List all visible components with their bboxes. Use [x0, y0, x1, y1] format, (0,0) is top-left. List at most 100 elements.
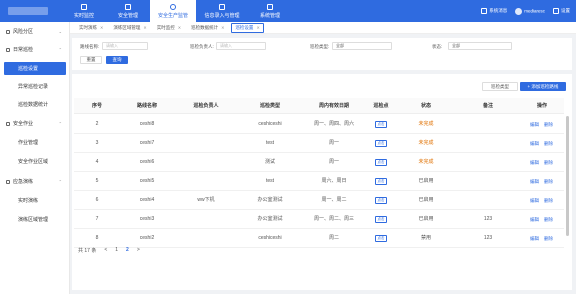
close-icon[interactable]: ✕	[143, 25, 146, 30]
search-button[interactable]: 查询	[106, 56, 128, 64]
route-name-input[interactable]: 请输入	[102, 42, 148, 50]
topnav-item-system[interactable]: 系统管理	[248, 0, 292, 22]
inspection-point-button[interactable]: 点击	[375, 140, 387, 147]
monitor-icon	[81, 3, 87, 10]
inspection-point-button[interactable]: 点击	[375, 197, 387, 204]
inspection-point-button[interactable]: 点击	[375, 178, 387, 185]
status-label: 状态:	[432, 44, 443, 49]
status-select[interactable]: 全部	[448, 42, 512, 50]
cell-remark	[456, 191, 520, 210]
add-route-button[interactable]: + 添加巡检路线	[520, 82, 566, 91]
tab-realtime-monitor[interactable]: 实时监控 ✕	[154, 24, 184, 32]
close-icon[interactable]: ✕	[256, 25, 259, 30]
inspection-point-button[interactable]: 点击	[375, 121, 387, 128]
topnav-item-info[interactable]: 信息录入与管理	[196, 0, 248, 22]
inspection-point-button[interactable]: 点击	[375, 235, 387, 242]
sidebar-item-inspection-settings[interactable]: 巡检设置	[4, 62, 66, 75]
calendar-icon	[6, 47, 10, 52]
messages-label: 系统消息	[489, 8, 508, 14]
user-menu[interactable]: mediaresc	[515, 7, 545, 15]
reset-button[interactable]: 重置	[80, 56, 102, 64]
cell-person	[174, 229, 238, 248]
chevron-up-icon: ⌃	[58, 179, 62, 184]
sidebar-item-label: 巡检数据统计	[18, 102, 49, 108]
delete-link[interactable]: 删除	[544, 153, 553, 172]
cell-remark	[456, 153, 520, 172]
close-icon[interactable]: ✕	[221, 25, 224, 30]
delete-link[interactable]: 删除	[544, 210, 553, 229]
person-input[interactable]: 请输入	[216, 42, 266, 50]
tab-inspection-settings[interactable]: 巡检设置 ✕	[231, 22, 264, 33]
prev-page-button[interactable]: <	[104, 247, 107, 253]
edit-link[interactable]: 编辑	[530, 229, 539, 248]
sidebar-item-safe-work-area[interactable]: 安全作业区域	[0, 155, 70, 168]
tab-label: 巡检数据统计	[191, 24, 219, 30]
sidebar-group-risk[interactable]: 风险分区 ⌄	[0, 26, 70, 37]
cell-person	[174, 115, 238, 134]
delete-link[interactable]: 删除	[544, 115, 553, 134]
topnav-item-safety[interactable]: 安全管理	[106, 0, 150, 22]
column-header: 操作	[536, 103, 547, 109]
inspection-type-button[interactable]: 巡检类型	[482, 82, 518, 91]
delete-link[interactable]: 删除	[544, 229, 553, 248]
status-badge: 禁用	[420, 235, 431, 241]
inspection-point-button[interactable]: 点击	[375, 159, 387, 166]
edit-link[interactable]: 编辑	[530, 153, 539, 172]
table-row: 2 ceshi8 ceshiceshi 周一、周四、周六 点击 未完成 编辑 删除	[74, 115, 564, 134]
sidebar-group-drill[interactable]: 应急演练 ⌃	[0, 176, 70, 187]
sidebar-item-abnormal-records[interactable]: 异常巡检记录	[0, 80, 70, 93]
edit-link[interactable]: 编辑	[530, 191, 539, 210]
close-icon[interactable]: ✕	[100, 25, 103, 30]
sidebar-group-safe-work[interactable]: 安全作业 ⌃	[0, 118, 70, 129]
table-scrollbar[interactable]	[566, 116, 569, 236]
cell-type: 办公室测试	[257, 197, 283, 203]
cell-days: 周一、周二、周三	[313, 216, 354, 222]
table-row: 8 ceshi2 ceshiceshi 周二 点击 禁用 123 编辑 删除	[74, 229, 564, 248]
tab-drill-area[interactable]: 演练区域管理 ✕	[110, 24, 149, 32]
sidebar-item-inspection-stats[interactable]: 巡检数据统计	[0, 98, 70, 111]
edit-link[interactable]: 编辑	[530, 134, 539, 153]
sidebar-item-drill-area[interactable]: 演练区域管理	[0, 213, 70, 226]
tab-label: 实时演练	[79, 24, 97, 30]
settings-button[interactable]: 设置	[553, 7, 570, 14]
cell-days: 周六、周日	[321, 178, 347, 184]
cell-type: 测试	[264, 159, 275, 165]
edit-link[interactable]: 编辑	[530, 172, 539, 191]
cell-type: ceshiceshi	[258, 235, 282, 241]
table-panel: 巡检类型 + 添加巡检路线 序号 路线名称 巡检负责人 巡检类型 周内有效日期 …	[72, 74, 572, 290]
edit-link[interactable]: 编辑	[530, 115, 539, 134]
route-name-label: 路线名称:	[80, 44, 100, 49]
messages-button[interactable]: 系统消息	[481, 7, 508, 14]
tab-realtime-drill[interactable]: 实时演练 ✕	[76, 24, 106, 32]
page-1-button[interactable]: 1	[115, 247, 118, 253]
status-badge: 已启用	[418, 216, 434, 222]
topnav-item-realtime[interactable]: 实时监控	[62, 0, 106, 22]
sidebar-item-realtime-drill[interactable]: 实时演练	[0, 194, 70, 207]
settings-label: 设置	[561, 8, 570, 14]
page-2-button[interactable]: 2	[126, 247, 129, 253]
top-navigation-bar: 实时监控 安全管理 安全生产监管 信息录入与管理 系统管理 系统消息 media…	[0, 0, 576, 22]
cell-person	[174, 210, 238, 229]
delete-link[interactable]: 删除	[544, 172, 553, 191]
topnav-label: 安全生产监管	[157, 12, 188, 19]
page-tabs: 实时演练 ✕ 演练区域管理 ✕ 实时监控 ✕ 巡检数据统计 ✕ 巡检设置 ✕	[70, 22, 576, 34]
tab-inspection-stats[interactable]: 巡检数据统计 ✕	[188, 24, 227, 32]
delete-link[interactable]: 删除	[544, 134, 553, 153]
cell-person	[174, 134, 238, 153]
cell-person: ww下机	[197, 197, 215, 203]
sidebar-group-inspection[interactable]: 日常巡检 ⌃	[0, 44, 70, 55]
topnav-item-production[interactable]: 安全生产监管	[150, 0, 196, 22]
close-icon[interactable]: ✕	[178, 25, 181, 30]
bell-icon	[481, 7, 488, 14]
next-page-button[interactable]: >	[137, 247, 140, 253]
sidebar-item-work-management[interactable]: 作业管理	[0, 136, 70, 149]
total-count: 共 17 条	[78, 247, 97, 254]
inspection-point-button[interactable]: 点击	[375, 216, 387, 223]
delete-link[interactable]: 删除	[544, 191, 553, 210]
edit-link[interactable]: 编辑	[530, 210, 539, 229]
column-header: 状态	[420, 103, 431, 109]
sidebar-item-label: 异常巡检记录	[18, 84, 49, 90]
type-select[interactable]: 全部	[332, 42, 392, 50]
cell-name: ceshi6	[139, 159, 155, 165]
top-right-tools: 系统消息 mediaresc 设置	[481, 0, 570, 22]
